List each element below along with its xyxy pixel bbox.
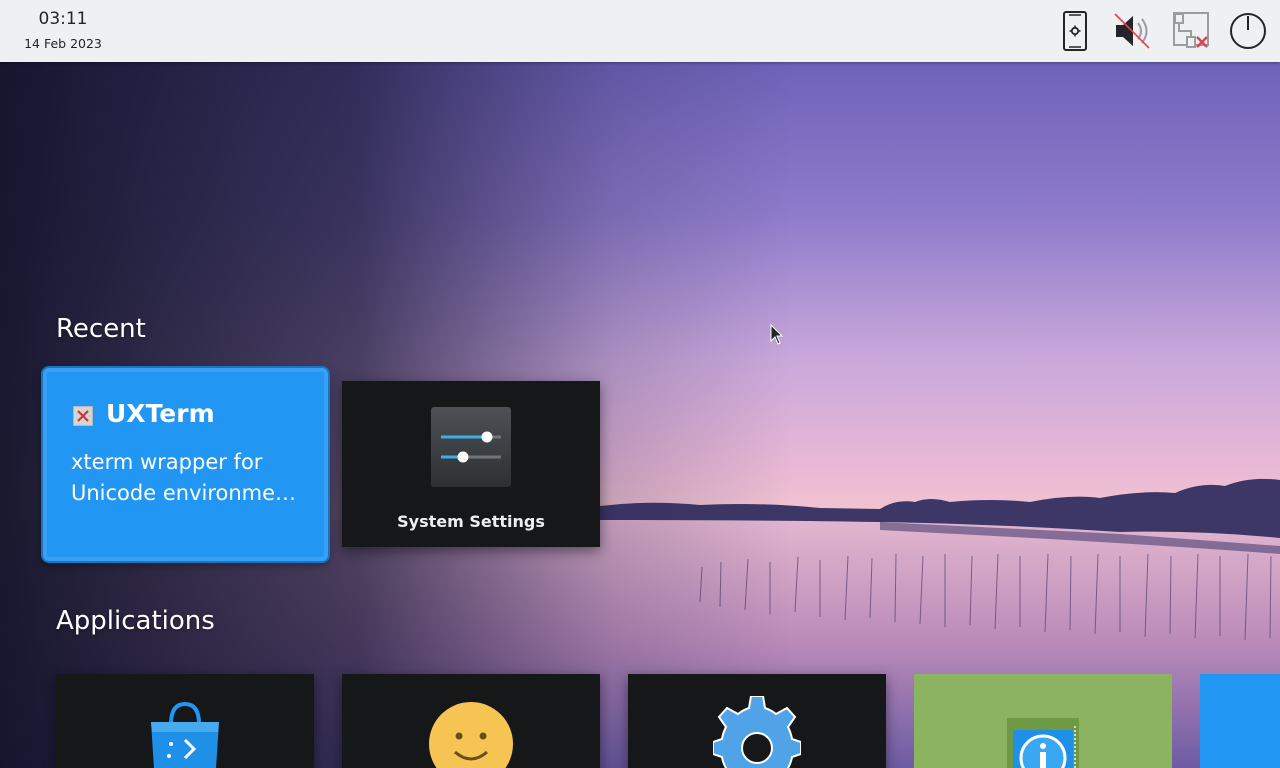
applications-heading: Applications [56,606,215,636]
recent-tile-title: System Settings [397,512,545,531]
gear-icon [713,696,801,768]
top-panel: 03:11 14 Feb 2023 [0,0,1280,62]
app-tile-store[interactable] [56,674,314,768]
app-tile-partial[interactable] [1200,674,1280,768]
recent-tile-description: xterm wrapper for [71,450,263,474]
power-icon[interactable] [1227,10,1269,52]
mouse-cursor-icon [770,323,784,346]
clock-time[interactable]: 03:11 [0,9,126,29]
app-tile-smiley[interactable] [342,674,600,768]
app-tile-info[interactable] [914,674,1172,768]
recent-heading: Recent [56,314,146,344]
xterm-icon [72,405,94,427]
clock-date[interactable]: 14 Feb 2023 [0,36,126,51]
settings-sliders-icon [431,407,511,487]
info-icon [999,696,1087,768]
network-disconnected-icon[interactable] [1170,10,1212,52]
recent-tile-uxterm[interactable]: UXTerm xterm wrapper for Unicode environ… [43,368,328,561]
store-bag-icon [141,696,229,768]
smiley-icon [427,696,515,768]
recent-tile-description: Unicode environme… [71,481,297,505]
recent-tile-title: UXTerm [106,399,215,428]
speaker-muted-icon[interactable] [1111,10,1153,52]
recent-tile-system-settings[interactable]: System Settings [342,381,600,547]
app-tile-gear[interactable] [628,674,886,768]
phone-settings-icon[interactable] [1054,10,1096,52]
